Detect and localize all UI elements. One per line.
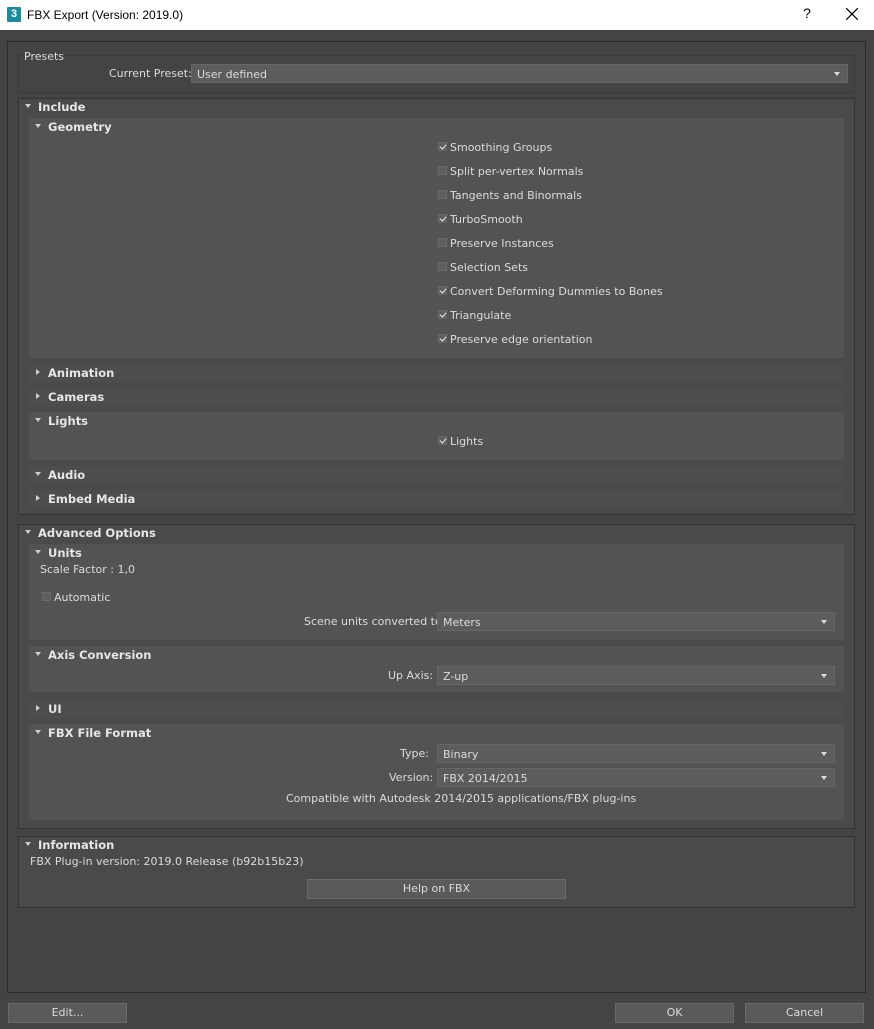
scene-units-value: Meters — [443, 616, 481, 629]
current-preset-label: Current Preset: — [109, 67, 192, 80]
information-header[interactable]: Information — [38, 838, 114, 852]
close-icon — [846, 8, 858, 20]
collapse-triangle-icon[interactable] — [35, 124, 41, 128]
geometry-option-checkbox[interactable] — [438, 142, 447, 151]
ui-header[interactable]: UI — [48, 702, 62, 716]
geometry-header[interactable]: Geometry — [48, 120, 112, 134]
expand-triangle-icon[interactable] — [36, 369, 40, 375]
embed-media-section — [29, 490, 844, 508]
collapse-triangle-icon[interactable] — [25, 530, 31, 534]
lights-checkbox-label: Lights — [450, 435, 484, 448]
chevron-down-icon — [834, 72, 840, 76]
scene-units-dropdown[interactable]: Meters — [437, 612, 835, 631]
expand-triangle-icon[interactable] — [36, 393, 40, 399]
animation-section — [29, 364, 844, 382]
advanced-options-header[interactable]: Advanced Options — [38, 526, 156, 540]
automatic-checkbox[interactable] — [42, 592, 51, 601]
cancel-button[interactable]: Cancel — [745, 1003, 864, 1023]
current-preset-value: User defined — [197, 68, 267, 81]
automatic-checkbox-label: Automatic — [54, 591, 111, 604]
help-on-fbx-button[interactable]: Help on FBX — [307, 879, 566, 899]
geometry-option-label: Preserve edge orientation — [450, 333, 593, 346]
geometry-option-label: Smoothing Groups — [450, 141, 553, 154]
app-icon: 3 — [7, 7, 21, 22]
version-value: FBX 2014/2015 — [443, 772, 528, 785]
geometry-option-label: Selection Sets — [450, 261, 528, 274]
window-title: FBX Export (Version: 2019.0) — [27, 8, 184, 22]
collapse-triangle-icon[interactable] — [35, 652, 41, 656]
version-label: Version: — [389, 771, 434, 784]
chevron-down-icon — [821, 752, 827, 756]
audio-header[interactable]: Audio — [48, 468, 85, 482]
collapse-triangle-icon[interactable] — [35, 472, 41, 476]
cameras-header[interactable]: Cameras — [48, 390, 104, 404]
geometry-option-checkbox[interactable] — [438, 334, 447, 343]
geometry-option-label: Triangulate — [450, 309, 512, 322]
embed-media-header[interactable]: Embed Media — [48, 492, 135, 506]
compatibility-note: Compatible with Autodesk 2014/2015 appli… — [286, 792, 637, 805]
geometry-option-label: TurboSmooth — [450, 213, 523, 226]
chevron-down-icon — [821, 776, 827, 780]
collapse-triangle-icon[interactable] — [35, 730, 41, 734]
audio-section — [29, 466, 844, 484]
geometry-section — [29, 118, 844, 358]
chevron-down-icon — [821, 674, 827, 678]
scale-factor-text: Scale Factor : 1,0 — [40, 563, 135, 576]
up-axis-dropdown[interactable]: Z-up — [437, 666, 835, 685]
geometry-option-checkbox[interactable] — [438, 190, 447, 199]
up-axis-label: Up Axis: — [388, 669, 434, 682]
units-header[interactable]: Units — [48, 546, 82, 560]
lights-checkbox[interactable] — [438, 436, 447, 445]
plugin-version-text: FBX Plug-in version: 2019.0 Release (b92… — [30, 855, 304, 868]
collapse-triangle-icon[interactable] — [25, 842, 31, 846]
geometry-option-label: Preserve Instances — [450, 237, 554, 250]
geometry-option-label: Split per-vertex Normals — [450, 165, 584, 178]
collapse-triangle-icon[interactable] — [35, 418, 41, 422]
help-button[interactable]: ? — [800, 5, 814, 23]
collapse-triangle-icon[interactable] — [25, 104, 31, 108]
type-label: Type: — [400, 747, 429, 760]
geometry-option-label: Tangents and Binormals — [450, 189, 582, 202]
up-axis-value: Z-up — [443, 670, 469, 683]
geometry-option-checkbox[interactable] — [438, 238, 447, 247]
scene-units-label: Scene units converted to: — [304, 615, 446, 628]
ui-section — [29, 700, 844, 718]
include-header[interactable]: Include — [38, 100, 85, 114]
animation-header[interactable]: Animation — [48, 366, 114, 380]
chevron-down-icon — [821, 620, 827, 624]
geometry-option-checkbox[interactable] — [438, 214, 447, 223]
collapse-triangle-icon[interactable] — [35, 550, 41, 554]
fbx-file-format-header[interactable]: FBX File Format — [48, 726, 151, 740]
close-button[interactable] — [840, 2, 864, 26]
axis-conversion-header[interactable]: Axis Conversion — [48, 648, 151, 662]
lights-header[interactable]: Lights — [48, 414, 88, 428]
version-dropdown[interactable]: FBX 2014/2015 — [437, 768, 835, 787]
geometry-option-checkbox[interactable] — [438, 286, 447, 295]
type-dropdown[interactable]: Binary — [437, 744, 835, 763]
expand-triangle-icon[interactable] — [36, 705, 40, 711]
type-value: Binary — [443, 748, 479, 761]
title-bar: 3 FBX Export (Version: 2019.0) ? — [0, 0, 874, 30]
geometry-option-checkbox[interactable] — [438, 166, 447, 175]
footer-bar — [0, 994, 874, 1029]
cameras-section — [29, 388, 844, 406]
lights-section — [29, 412, 844, 460]
expand-triangle-icon[interactable] — [36, 495, 40, 501]
geometry-option-label: Convert Deforming Dummies to Bones — [450, 285, 663, 298]
edit-button[interactable]: Edit... — [8, 1003, 127, 1023]
ok-button[interactable]: OK — [615, 1003, 734, 1023]
presets-group-label: Presets — [23, 50, 66, 63]
geometry-option-checkbox[interactable] — [438, 262, 447, 271]
current-preset-dropdown[interactable]: User defined — [191, 64, 848, 83]
geometry-option-checkbox[interactable] — [438, 310, 447, 319]
